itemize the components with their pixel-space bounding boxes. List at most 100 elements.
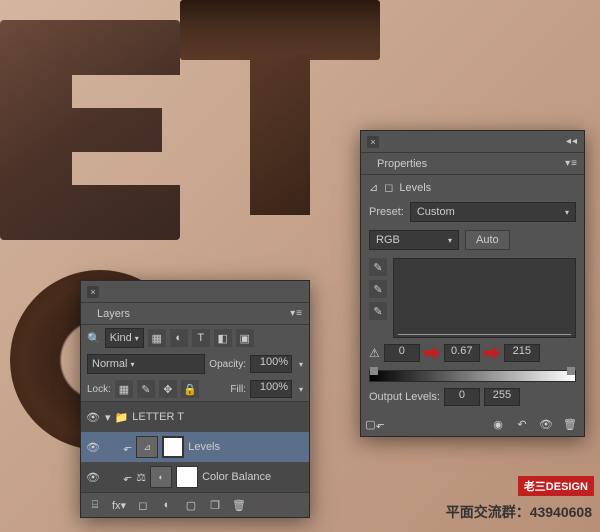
gradient-handle-right[interactable] bbox=[567, 367, 575, 375]
filter-type-icon[interactable]: T bbox=[192, 329, 210, 347]
clip-icon[interactable]: ▢⬐ bbox=[367, 416, 383, 432]
cake-letter-t bbox=[180, 0, 380, 220]
adjustment-icon[interactable]: ◐ bbox=[159, 497, 175, 513]
search-icon: 🔍 bbox=[87, 332, 101, 345]
new-layer-icon[interactable]: ❐ bbox=[207, 497, 223, 513]
input-levels-row: ⚠ 0 0.67 215 bbox=[369, 344, 576, 362]
gradient-handle-left[interactable] bbox=[370, 367, 378, 375]
layer-group-row[interactable]: 👁 ▾ 📁 LETTER T bbox=[81, 402, 309, 432]
chevron-down-icon: ▾ bbox=[130, 360, 134, 369]
preset-row: Preset: Custom ▾ bbox=[369, 202, 576, 222]
output-gradient[interactable] bbox=[369, 370, 576, 382]
filter-adjust-icon[interactable]: ◐ bbox=[170, 329, 188, 347]
lock-transparent-icon[interactable]: ▦ bbox=[115, 380, 133, 398]
fill-label: Fill: bbox=[230, 384, 246, 395]
filter-pixel-icon[interactable]: ▦ bbox=[148, 329, 166, 347]
channel-select[interactable]: RGB ▾ bbox=[369, 230, 459, 250]
histogram-area: ✎ ✎ ✎ bbox=[369, 258, 576, 338]
eyedropper-black-icon[interactable]: ✎ bbox=[369, 258, 387, 276]
blend-mode-select[interactable]: Normal ▾ bbox=[87, 354, 205, 374]
footer-text: 平面交流群：43940608 bbox=[446, 502, 592, 522]
lock-pixels-icon[interactable]: ✎ bbox=[137, 380, 155, 398]
lock-row: Lock: ▦ ✎ ✥ 🔒 Fill: 100% ▾ bbox=[81, 377, 309, 401]
preset-label: Preset: bbox=[369, 206, 404, 218]
panel-header: × bbox=[81, 281, 309, 303]
fill-input[interactable]: 100% bbox=[250, 380, 292, 398]
midtone-input[interactable]: 0.67 bbox=[444, 344, 480, 362]
mask-thumb[interactable] bbox=[162, 436, 184, 458]
fx-icon[interactable]: fx▾ bbox=[111, 497, 127, 513]
balance-icon: ⚖ bbox=[136, 471, 146, 484]
shadow-input[interactable]: 0 bbox=[384, 344, 420, 362]
output-highlight-input[interactable]: 255 bbox=[484, 388, 520, 406]
opacity-input[interactable]: 100% bbox=[250, 355, 292, 373]
histogram[interactable] bbox=[393, 258, 576, 338]
chevron-down-icon: ▾ bbox=[448, 236, 452, 245]
visibility-icon[interactable]: 👁 bbox=[85, 471, 101, 484]
filter-row: 🔍 Kind ▾ ▦ ◐ T ◧ ▣ bbox=[81, 325, 309, 351]
panel-menu-icon[interactable]: ▾≡ bbox=[565, 158, 578, 169]
preset-value: Custom bbox=[417, 206, 455, 218]
output-label: Output Levels: bbox=[369, 391, 440, 403]
lock-all-icon[interactable]: 🔒 bbox=[181, 380, 199, 398]
visibility-icon[interactable]: 👁 bbox=[85, 411, 101, 424]
link-icon[interactable]: ⌸ bbox=[87, 497, 103, 513]
collapse-icon[interactable]: ◂◂ bbox=[566, 136, 578, 147]
group-icon[interactable]: ▢ bbox=[183, 497, 199, 513]
layers-tab[interactable]: Layers bbox=[87, 304, 140, 324]
filter-shape-icon[interactable]: ◧ bbox=[214, 329, 232, 347]
properties-tab[interactable]: Properties bbox=[367, 154, 437, 174]
chevron-down-icon: ▾ bbox=[135, 334, 139, 343]
layers-panel: × Layers ▾≡ 🔍 Kind ▾ ▦ ◐ T ◧ ▣ Normal ▾ … bbox=[80, 280, 310, 518]
mask-thumb[interactable] bbox=[176, 466, 198, 488]
adjustment-type-row: ⊿ ◻ Levels bbox=[369, 181, 576, 194]
layer-colorbalance-row[interactable]: 👁 ⬐ ⚖ ◐ Color Balance bbox=[81, 462, 309, 492]
expand-icon[interactable]: ▾ bbox=[105, 411, 111, 424]
close-icon[interactable]: × bbox=[367, 136, 379, 148]
adjustment-type: Levels bbox=[399, 182, 431, 194]
folder-icon: 📁 bbox=[115, 411, 129, 424]
chevron-down-icon: ▾ bbox=[565, 208, 569, 217]
preset-select[interactable]: Custom ▾ bbox=[410, 202, 576, 222]
watermark-badge: 老三DESIGN bbox=[518, 476, 594, 496]
chevron-down-icon[interactable]: ▾ bbox=[299, 360, 303, 369]
trash-icon[interactable]: 🗑 bbox=[231, 497, 247, 513]
panel-tabs: Properties ▾≡ bbox=[361, 153, 584, 175]
layer-levels-row[interactable]: 👁 ⬐ ⊿ Levels bbox=[81, 432, 309, 462]
blend-row: Normal ▾ Opacity: 100% ▾ bbox=[81, 351, 309, 377]
visibility-icon[interactable]: 👁 bbox=[85, 441, 101, 454]
reset-icon[interactable]: ↶ bbox=[514, 416, 530, 432]
properties-footer: ▢⬐ ◉ ↶ 👁 🗑 bbox=[361, 412, 584, 436]
opacity-label: Opacity: bbox=[209, 359, 246, 370]
view-previous-icon[interactable]: ◉ bbox=[490, 416, 506, 432]
panel-header: × ◂◂ bbox=[361, 131, 584, 153]
panel-tabs: Layers ▾≡ bbox=[81, 303, 309, 325]
trash-icon[interactable]: 🗑 bbox=[562, 416, 578, 432]
layer-name: LETTER T bbox=[132, 411, 184, 423]
chevron-down-icon[interactable]: ▾ bbox=[299, 385, 303, 394]
close-icon[interactable]: × bbox=[87, 286, 99, 298]
filter-smart-icon[interactable]: ▣ bbox=[236, 329, 254, 347]
layer-name: Levels bbox=[188, 441, 220, 453]
output-levels-row: Output Levels: 0 255 bbox=[369, 388, 576, 406]
visibility-icon[interactable]: 👁 bbox=[538, 416, 554, 432]
eyedropper-white-icon[interactable]: ✎ bbox=[369, 302, 387, 320]
mask-icon: ◻ bbox=[384, 181, 393, 194]
levels-icon: ⊿ bbox=[369, 181, 378, 194]
highlight-input[interactable]: 215 bbox=[504, 344, 540, 362]
filter-kind-select[interactable]: Kind ▾ bbox=[105, 328, 144, 348]
panel-menu-icon[interactable]: ▾≡ bbox=[290, 308, 303, 319]
blend-mode-value: Normal bbox=[92, 358, 127, 370]
clip-icon: ⬐ bbox=[123, 441, 132, 454]
layer-list: 👁 ▾ 📁 LETTER T 👁 ⬐ ⊿ Levels 👁 ⬐ ⚖ ◐ Colo… bbox=[81, 401, 309, 493]
channel-value: RGB bbox=[376, 234, 400, 246]
auto-button[interactable]: Auto bbox=[465, 230, 510, 250]
mask-icon[interactable]: ◻ bbox=[135, 497, 151, 513]
cake-letter-e bbox=[0, 20, 180, 240]
output-shadow-input[interactable]: 0 bbox=[444, 388, 480, 406]
lock-position-icon[interactable]: ✥ bbox=[159, 380, 177, 398]
red-arrow-icon bbox=[424, 346, 440, 360]
filter-kind-label: Kind bbox=[110, 332, 132, 344]
translation-hint: translation bbox=[250, 497, 296, 508]
eyedropper-gray-icon[interactable]: ✎ bbox=[369, 280, 387, 298]
